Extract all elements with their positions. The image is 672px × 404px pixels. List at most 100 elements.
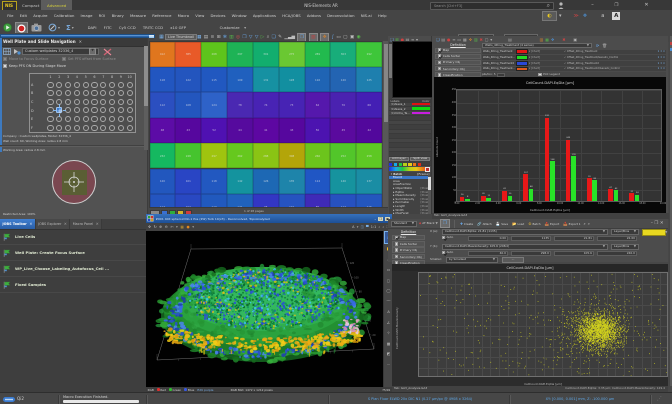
well-C8[interactable] xyxy=(109,99,115,105)
green-dot-icon[interactable]: ◉ xyxy=(357,35,361,40)
heatmap-view[interactable]: 4123852682973012752893032921181221151091… xyxy=(149,41,382,207)
gray-icon[interactable]: ▢ xyxy=(485,37,489,42)
split-icon[interactable]: ◫ xyxy=(361,225,364,229)
heatmap-tile[interactable]: 42 xyxy=(356,118,381,143)
search-input[interactable]: Search [Ctrl+F3] ⌕ xyxy=(430,2,554,11)
gray-icon[interactable]: ▭ xyxy=(457,37,461,42)
chart-colors2-icon[interactable]: ▦ xyxy=(545,37,549,42)
preset-dropdown[interactable]: Standard▼ xyxy=(391,221,417,227)
ga3-button-save[interactable]: 💾Save xyxy=(495,222,509,226)
well-A5[interactable] xyxy=(83,82,89,88)
live-thumbnail-button[interactable]: ▦ Live Thumbnail xyxy=(158,34,197,41)
heatmap-tile[interactable]: 297 xyxy=(201,143,227,168)
split-view-button[interactable]: Split view xyxy=(410,157,430,162)
well-A7[interactable] xyxy=(100,82,106,88)
job-item[interactable]: Well Plate: Create Focus Surface xyxy=(0,245,147,261)
zoom-icon[interactable]: ⌕ xyxy=(584,221,586,226)
heatmap-tile[interactable]: 104 xyxy=(175,194,201,207)
range-field[interactable]: 1135 xyxy=(511,236,551,241)
zoom-icon[interactable]: ⌕ xyxy=(267,34,270,40)
well-B10[interactable] xyxy=(127,90,133,96)
layers-icon[interactable]: ❖ xyxy=(583,13,587,19)
jobs-tab-jobs-toolbar[interactable]: JOBS Toolbar✕ xyxy=(0,219,36,229)
optical-config-fitc[interactable]: FITC xyxy=(100,25,115,30)
volume-icon[interactable]: ▽ xyxy=(249,35,253,40)
well-A9[interactable] xyxy=(118,82,124,88)
heatmap-tile[interactable]: 113 xyxy=(201,194,227,207)
window-icon[interactable]: ❒ xyxy=(242,35,246,40)
menu-devices[interactable]: Devices xyxy=(207,13,228,18)
view3d-title-bar[interactable]: #001 40X spheroid No.1 Pos (2W) Turb 10(… xyxy=(146,214,392,223)
bar-red[interactable] xyxy=(587,178,592,201)
heatmap-tile[interactable]: 78 xyxy=(227,92,253,117)
keep-pfs-checkbox[interactable]: Keep PFS ON During Stage Move xyxy=(3,64,66,68)
definition-cells-sorter[interactable]: Cells Sorter xyxy=(392,241,425,247)
gray-icon[interactable]: ▦ xyxy=(463,37,467,42)
optical-config-cy5-ccd[interactable]: Cy5 CCD xyxy=(115,25,139,30)
zoomin-icon[interactable]: ⌕ xyxy=(383,225,385,229)
heatmap-tile[interactable]: 115 xyxy=(201,67,227,92)
well-C7[interactable] xyxy=(100,99,106,105)
theme-icon[interactable]: ◐ xyxy=(542,11,557,21)
colors-icon[interactable]: ❖ xyxy=(469,37,473,42)
rec-red-icon[interactable]: ● xyxy=(447,37,451,42)
chevron-down-icon[interactable]: ▾ xyxy=(192,225,194,229)
menu-measure[interactable]: Measure xyxy=(127,13,149,18)
heatmap-tile[interactable]: 120 xyxy=(330,67,356,92)
heatmap-tile[interactable]: 258 xyxy=(356,143,381,168)
resize-grip[interactable]: ⋰ xyxy=(657,393,662,404)
range-field[interactable]: 240.0 xyxy=(597,251,637,256)
heatmap-tile[interactable]: 41 xyxy=(253,118,279,143)
heatmap-tile[interactable]: 101 xyxy=(175,169,201,194)
well-F1[interactable] xyxy=(47,125,53,131)
play-small-icon[interactable]: ▷ xyxy=(261,35,265,40)
palette-icon[interactable] xyxy=(399,163,402,166)
active-view-button[interactable]: ❒ xyxy=(440,219,450,228)
heatmap-tile[interactable]: 117 xyxy=(150,194,176,207)
plot-legend-checkbox[interactable]: Plot Legend xyxy=(538,73,560,77)
feature-dropdown[interactable]: CellCount.DAPI.EqDia: 21.81 (1135)▼ xyxy=(442,229,608,235)
optical-config-tritc-ccd[interactable]: TRITC CCD xyxy=(139,25,166,30)
tiles-icon[interactable]: ⊞ xyxy=(217,35,221,40)
tree-item-maxferet[interactable]: ▸ MaxFeret[Pixel] xyxy=(389,211,431,213)
well-F10[interactable] xyxy=(127,125,133,131)
lut-gradient[interactable] xyxy=(389,167,430,171)
heatmap-tile[interactable]: 73 xyxy=(279,92,305,117)
zoom-icon[interactable]: ⌕ xyxy=(588,221,590,226)
well-D5[interactable] xyxy=(83,107,89,113)
bar-green[interactable] xyxy=(508,196,513,201)
heatmap-tile[interactable]: 43 xyxy=(279,118,305,143)
well-E1[interactable] xyxy=(47,116,53,122)
well-A3[interactable] xyxy=(65,82,71,88)
bins-dropdown[interactable]: Layer/Bins▼ xyxy=(611,244,639,250)
palette-icon[interactable] xyxy=(413,163,416,166)
per-bin-control[interactable]: pts/bin: 5 xyxy=(482,73,505,77)
lut-icon[interactable]: ▦ xyxy=(180,225,183,229)
left-panel-scrollbar[interactable] xyxy=(144,46,148,150)
optical-config-x10-gfp[interactable]: x10 GFP xyxy=(167,25,190,30)
palette-icon[interactable] xyxy=(389,163,392,166)
menu-roi[interactable]: ROI xyxy=(96,13,109,18)
heatmap-tile[interactable]: 85 xyxy=(305,194,331,207)
well-E10[interactable] xyxy=(127,116,133,122)
well-C5[interactable] xyxy=(83,99,89,105)
trash-icon[interactable]: 🗑 xyxy=(602,43,607,48)
bar-green[interactable] xyxy=(571,156,576,201)
definition-primary-obj[interactable]: Primary Obj xyxy=(392,247,425,253)
big-a-icon[interactable]: A xyxy=(612,12,620,20)
zoomin-icon[interactable]: ⊕ xyxy=(159,225,162,229)
box-icon[interactable]: ▢ xyxy=(343,35,347,40)
zoomout-icon[interactable]: ⊖ xyxy=(165,225,168,229)
well-B7[interactable] xyxy=(100,90,106,96)
minimize-button[interactable]: – xyxy=(584,0,601,10)
bar-green[interactable] xyxy=(529,189,534,201)
heatmap-tile[interactable]: 252 xyxy=(330,143,356,168)
well-A1[interactable] xyxy=(47,82,53,88)
well-B3[interactable] xyxy=(65,90,71,96)
close-icon[interactable]: ✕ xyxy=(79,40,82,45)
snowflake-icon[interactable]: ✻ xyxy=(223,35,227,40)
heatmap-tile[interactable]: 308 xyxy=(279,143,305,168)
ga3-button-create[interactable]: ✚Create xyxy=(459,222,474,226)
well-D6[interactable] xyxy=(91,107,97,113)
well-F8[interactable] xyxy=(109,125,115,131)
